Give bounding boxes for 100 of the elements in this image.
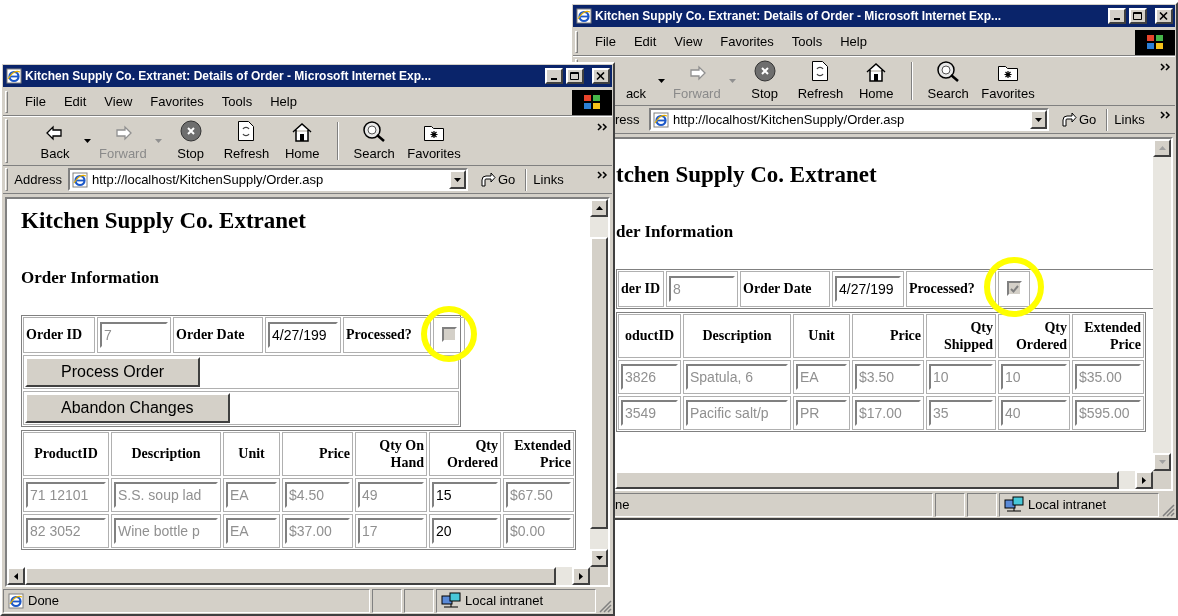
toolbar-button[interactable]: Stop xyxy=(739,59,790,103)
page-heading: tchen Supply Co. Extranet xyxy=(616,161,878,189)
maximize-button[interactable] xyxy=(566,68,584,84)
toolbar-button[interactable]: Favorites xyxy=(977,59,1039,103)
address-label: ress xyxy=(615,110,641,129)
toolbar-grip[interactable] xyxy=(5,91,8,113)
minimize-icon xyxy=(551,78,557,80)
resize-grip-icon[interactable] xyxy=(1161,503,1175,517)
toolbar-button[interactable]: Home xyxy=(851,59,902,103)
minimize-button[interactable] xyxy=(545,68,563,84)
toolbar-button[interactable]: Home xyxy=(277,119,328,163)
field-label: Processed? xyxy=(346,326,412,344)
left-arrow-icon xyxy=(45,123,65,142)
menu-item[interactable]: Help xyxy=(831,32,876,52)
search-icon xyxy=(362,119,387,142)
toolbar-grip[interactable] xyxy=(575,31,578,53)
address-label: Address xyxy=(13,170,62,189)
minimize-button[interactable] xyxy=(1108,8,1126,24)
links-label[interactable]: Links xyxy=(1114,109,1160,130)
scroll-left-button[interactable] xyxy=(7,567,25,585)
resize-grip-icon[interactable] xyxy=(598,599,612,613)
status-panel xyxy=(935,493,965,517)
menu-item[interactable]: File xyxy=(586,32,625,52)
vertical-scrollbar[interactable] xyxy=(1153,139,1171,471)
scroll-thumb[interactable] xyxy=(590,237,608,529)
column-header: Qty On Hand xyxy=(378,436,424,471)
address-field[interactable]: http://localhost/KitchenSupply/Order.asp xyxy=(68,168,468,191)
input-field[interactable]: 4/27/199 xyxy=(835,275,901,302)
menu-item[interactable]: Tools xyxy=(782,32,832,52)
windows-flag-icon xyxy=(572,89,612,115)
close-button[interactable] xyxy=(1155,8,1173,24)
links-label[interactable]: Links xyxy=(533,169,597,190)
chevron-icon[interactable] xyxy=(1160,63,1171,71)
scrollbar-corner xyxy=(1153,471,1171,489)
minimize-icon xyxy=(1114,18,1120,20)
input-field[interactable]: 15 xyxy=(432,481,498,508)
chevron-icon[interactable] xyxy=(597,171,608,179)
toolbar-button[interactable]: Search xyxy=(349,119,400,163)
toolbar-button[interactable]: Back xyxy=(30,119,80,163)
scroll-right-button[interactable] xyxy=(1135,471,1153,489)
column-header: ProductID xyxy=(34,445,98,462)
highlight-circle xyxy=(420,305,478,363)
refresh-icon xyxy=(811,59,830,82)
curved-arrow-icon xyxy=(1061,111,1077,128)
window-title: Kitchen Supply Co. Extranet: Details of Order - Microsoft Internet Exp... xyxy=(25,68,433,85)
toolbar-button[interactable]: Search xyxy=(923,59,974,103)
go-button[interactable]: Go xyxy=(1057,109,1101,130)
page-heading: Kitchen Supply Co. Extranet xyxy=(21,207,307,235)
dropdown-button[interactable] xyxy=(449,170,466,189)
menu-item[interactable]: Favorites xyxy=(711,32,783,52)
chevron-icon[interactable] xyxy=(597,123,608,131)
scroll-right-button[interactable] xyxy=(572,567,590,585)
dropdown-button[interactable] xyxy=(1030,110,1047,129)
menu-item[interactable]: View xyxy=(95,92,142,112)
column-header: Price xyxy=(889,327,921,344)
close-icon xyxy=(1159,11,1169,21)
column-header: Qty Ordered xyxy=(1014,318,1067,353)
close-button[interactable] xyxy=(592,68,610,84)
status-text: Done xyxy=(28,592,60,611)
toolbar-grip[interactable] xyxy=(5,168,8,191)
toolbar-button[interactable]: Refresh xyxy=(219,119,274,163)
toolbar-button[interactable]: ack xyxy=(618,59,654,103)
scroll-up-button[interactable] xyxy=(590,199,608,217)
status-panel xyxy=(967,493,997,517)
toolbar-grip[interactable] xyxy=(5,119,8,163)
chevron-icon[interactable] xyxy=(1160,111,1171,119)
window-title: Kitchen Supply Co. Extranet: Details of Order - Microsoft Internet Exp... xyxy=(595,8,1003,25)
column-header: Qty Ordered xyxy=(445,436,498,471)
menu-item[interactable]: Tools xyxy=(212,92,262,112)
address-field[interactable]: http://localhost/KitchenSupply/Order.asp xyxy=(649,108,1049,131)
refresh-icon xyxy=(237,119,256,142)
toolbar-button[interactable]: Refresh xyxy=(793,59,848,103)
column-header: Description xyxy=(702,327,772,344)
toolbar-button[interactable]: Favorites xyxy=(403,119,465,163)
left-arrow-icon xyxy=(14,572,18,580)
input-field[interactable]: 20 xyxy=(432,517,498,544)
scroll-down-button[interactable] xyxy=(1153,453,1171,471)
column-header: Extended Price xyxy=(513,436,571,471)
form-button[interactable]: Abandon Changes xyxy=(25,392,230,423)
caret-icon[interactable] xyxy=(658,79,665,83)
menu-item[interactable]: View xyxy=(665,32,712,52)
up-arrow-icon xyxy=(1158,146,1166,150)
menu-item[interactable]: Favorites xyxy=(141,92,213,112)
toolbar-button[interactable]: Stop xyxy=(165,119,216,163)
caret-icon[interactable] xyxy=(84,139,91,143)
column-header: Unit xyxy=(808,327,835,344)
stop-icon xyxy=(179,119,202,142)
browser-logo-icon xyxy=(653,111,669,128)
menu-item[interactable]: Edit xyxy=(624,32,666,52)
go-button[interactable]: Go xyxy=(476,169,520,190)
menu-item[interactable]: Edit xyxy=(54,92,96,112)
maximize-button[interactable] xyxy=(1129,8,1147,24)
menu-item[interactable]: Help xyxy=(261,92,306,112)
curved-arrow-icon xyxy=(480,171,496,188)
scroll-up-button[interactable] xyxy=(1153,139,1171,157)
input-field[interactable]: 4/27/199 xyxy=(268,321,338,348)
scroll-down-button[interactable] xyxy=(590,549,608,567)
vertical-scrollbar[interactable] xyxy=(590,199,608,567)
menu-item[interactable]: File xyxy=(16,92,55,112)
form-button[interactable]: Process Order xyxy=(25,356,201,387)
